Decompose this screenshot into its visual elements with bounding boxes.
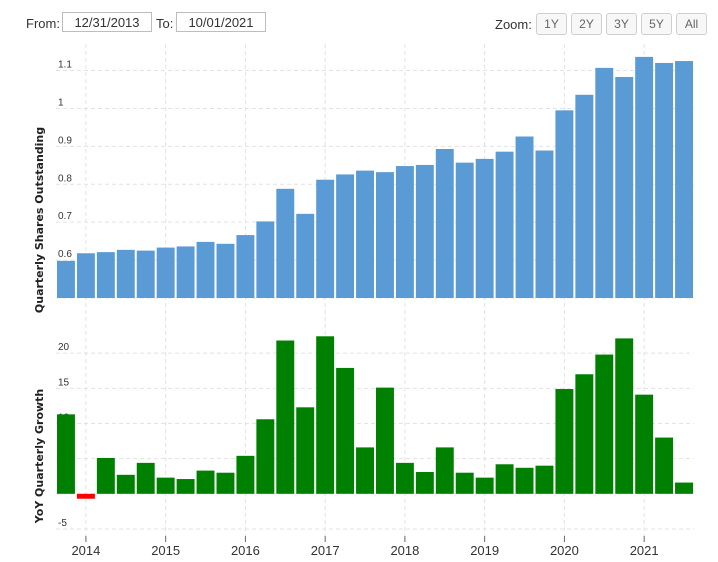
- zoom-all-button[interactable]: All: [676, 13, 707, 35]
- zoom-3y-button[interactable]: 3Y: [606, 13, 637, 35]
- zoom-label: Zoom:: [495, 17, 532, 32]
- shares-bar[interactable]: [376, 172, 394, 298]
- yoy-growth-axis-label: YoY Quarterly Growth: [33, 389, 46, 525]
- shares-bar[interactable]: [495, 151, 514, 298]
- from-date-input[interactable]: [62, 12, 152, 32]
- x-tick-label: 2017: [311, 543, 340, 558]
- y-tick-label: 0.9: [58, 135, 72, 146]
- x-tick-label: 2014: [71, 543, 100, 558]
- shares-bar[interactable]: [635, 56, 654, 298]
- growth-bar[interactable]: [455, 472, 474, 494]
- shares-bar[interactable]: [555, 110, 574, 298]
- y-tick-label: 0.6: [58, 249, 72, 260]
- shares-bar[interactable]: [535, 150, 554, 298]
- growth-bar[interactable]: [57, 414, 75, 494]
- growth-bar[interactable]: [595, 354, 614, 494]
- to-date-input[interactable]: [176, 12, 266, 32]
- y-tick-label: 1: [58, 97, 64, 108]
- y-tick-label: -5: [58, 518, 67, 529]
- x-tick-label: 2015: [151, 543, 180, 558]
- growth-bar[interactable]: [435, 447, 454, 494]
- shares-bar[interactable]: [276, 188, 295, 298]
- shares-bar[interactable]: [96, 252, 115, 298]
- growth-bar[interactable]: [495, 464, 514, 494]
- growth-bar[interactable]: [136, 462, 155, 494]
- shares-bar[interactable]: [196, 241, 215, 298]
- shares-bar[interactable]: [176, 246, 195, 298]
- shares-bar[interactable]: [475, 158, 494, 298]
- growth-bar[interactable]: [356, 447, 374, 494]
- growth-bar[interactable]: [336, 367, 355, 494]
- growth-bar[interactable]: [236, 455, 255, 494]
- zoom-2y-button[interactable]: 2Y: [571, 13, 602, 35]
- shares-bar[interactable]: [356, 170, 374, 298]
- growth-bar[interactable]: [216, 472, 235, 494]
- to-label: To:: [156, 16, 174, 31]
- shares-bar[interactable]: [216, 243, 235, 298]
- shares-bar[interactable]: [336, 174, 355, 298]
- y-tick-label: 0.8: [58, 173, 72, 184]
- y-tick-label: 15: [58, 377, 70, 388]
- shares-bar[interactable]: [595, 67, 614, 299]
- date-range-toolbar: From: To: Zoom: 1Y 2Y 3Y 5Y All: [0, 0, 718, 44]
- growth-bar[interactable]: [615, 338, 634, 494]
- shares-bar[interactable]: [57, 260, 75, 298]
- growth-bar[interactable]: [376, 387, 394, 494]
- growth-bar[interactable]: [296, 407, 315, 494]
- shares-bar[interactable]: [575, 94, 594, 298]
- x-tick-label: 2020: [550, 543, 579, 558]
- shares-bar[interactable]: [116, 249, 135, 298]
- growth-bar[interactable]: [156, 477, 175, 494]
- shares-bar[interactable]: [395, 166, 414, 298]
- zoom-5y-button[interactable]: 5Y: [641, 13, 672, 35]
- shares-bar[interactable]: [615, 76, 634, 298]
- growth-bar[interactable]: [675, 482, 693, 494]
- shares-bar[interactable]: [256, 221, 275, 298]
- growth-bar[interactable]: [116, 474, 135, 494]
- shares-bar[interactable]: [76, 253, 95, 298]
- x-tick-label: 2018: [390, 543, 419, 558]
- shares-outstanding-chart: 2014 2015 2016 2017 2018 2019 2020 2021 Quarter…: [33, 44, 694, 558]
- shares-bar[interactable]: [316, 179, 335, 298]
- shares-bar[interactable]: [515, 136, 534, 298]
- y-tick-label: 1.1: [58, 60, 72, 71]
- growth-bar[interactable]: [575, 374, 594, 494]
- y-tick-label: 0.7: [58, 211, 72, 222]
- growth-bar[interactable]: [76, 493, 95, 499]
- shares-bar[interactable]: [455, 162, 474, 298]
- growth-bar[interactable]: [415, 472, 434, 494]
- growth-bar[interactable]: [515, 467, 534, 494]
- x-tick-label: 2021: [630, 543, 659, 558]
- shares-bar[interactable]: [675, 61, 693, 299]
- from-label: From:: [26, 16, 60, 31]
- shares-outstanding-axis-label: Quarterly Shares Outstanding: [33, 127, 46, 313]
- shares-bar[interactable]: [435, 149, 454, 298]
- growth-bar[interactable]: [316, 336, 335, 494]
- growth-bar[interactable]: [96, 457, 115, 494]
- growth-bar[interactable]: [196, 470, 215, 494]
- x-tick-label: 2019: [470, 543, 499, 558]
- yoy-growth-panel: YoY Quarterly Growth -505101520: [33, 336, 694, 530]
- shares-bar[interactable]: [296, 213, 315, 298]
- growth-bar[interactable]: [475, 477, 494, 494]
- shares-bar[interactable]: [156, 247, 175, 298]
- shares-bar[interactable]: [655, 62, 674, 298]
- shares-outstanding-panel: Quarterly Shares Outstanding 0.50.60.70.…: [33, 56, 694, 313]
- growth-bar[interactable]: [395, 462, 414, 494]
- shares-bar[interactable]: [236, 235, 255, 298]
- growth-bar[interactable]: [635, 394, 654, 494]
- y-tick-label: 20: [58, 342, 70, 353]
- shares-bar[interactable]: [415, 164, 434, 298]
- zoom-1y-button[interactable]: 1Y: [536, 13, 567, 35]
- x-tick-label: 2016: [231, 543, 260, 558]
- growth-bar[interactable]: [176, 479, 195, 494]
- growth-bar[interactable]: [555, 389, 574, 494]
- shares-bar[interactable]: [136, 250, 155, 298]
- growth-bar[interactable]: [276, 340, 295, 494]
- growth-bar[interactable]: [535, 465, 554, 494]
- growth-bar[interactable]: [655, 437, 674, 494]
- growth-bar[interactable]: [256, 419, 275, 494]
